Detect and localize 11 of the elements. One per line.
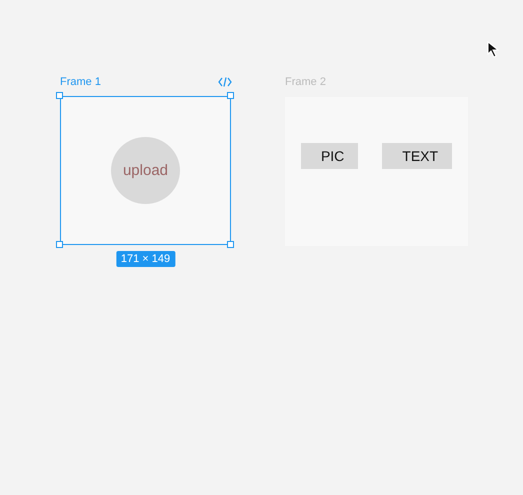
code-icon[interactable] (218, 77, 232, 87)
placeholder-block[interactable]: PIC (300, 142, 358, 168)
frame-label: Frame 2 (285, 76, 326, 88)
resize-handle[interactable] (56, 241, 63, 248)
frame-label: Frame 1 (60, 76, 101, 88)
cursor-icon (487, 41, 502, 60)
placeholder-block[interactable]: TEXT (382, 142, 452, 168)
resize-handle[interactable] (56, 92, 63, 99)
resize-handle[interactable] (227, 241, 234, 248)
resize-handle[interactable] (227, 92, 234, 99)
size-badge: 171 × 149 (116, 251, 176, 267)
